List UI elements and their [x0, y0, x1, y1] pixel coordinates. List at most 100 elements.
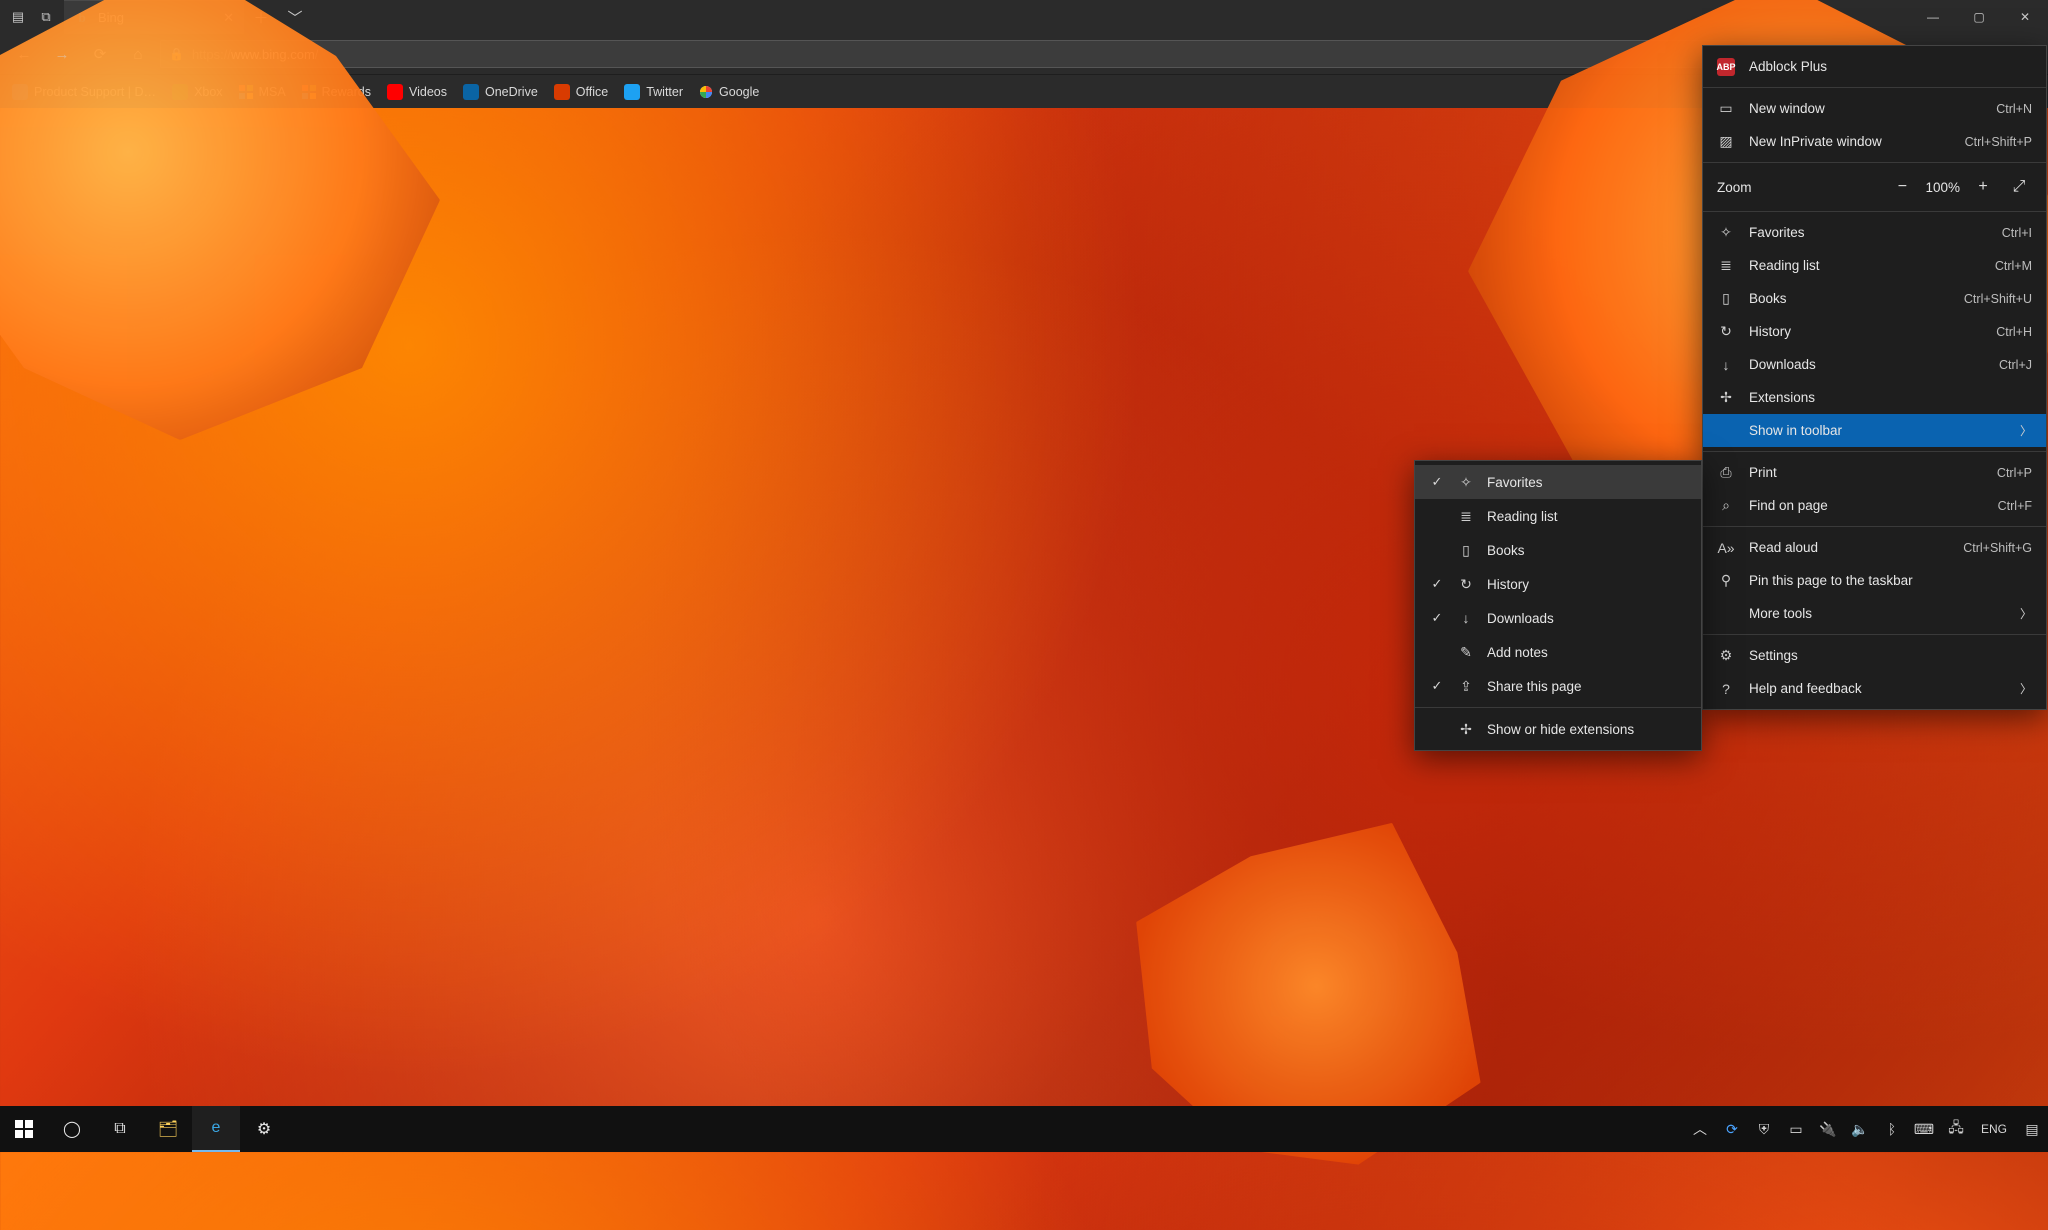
submenu-favorites[interactable]: ✓✧Favorites — [1415, 465, 1701, 499]
submenu-label: Show or hide extensions — [1487, 722, 1687, 737]
favorite-twitter[interactable]: Twitter — [624, 84, 683, 100]
taskbar: ◯ ⧉ 🗂 e ⚙ ︿ ⟳ ⛨ ▭ 🔌 🔈 ᛒ ⌨ 🖧 ENG ▤ — [0, 1106, 2048, 1152]
menu-books[interactable]: ▯BooksCtrl+Shift+U — [1703, 282, 2046, 315]
cortana-button[interactable]: ◯ — [48, 1106, 96, 1152]
menu-find-on-page[interactable]: ⌕Find on pageCtrl+F — [1703, 489, 2046, 522]
url-box[interactable]: 🔒 https://www.bing.com/ ▭ ☆ — [160, 40, 1850, 68]
menu-new-inprivate[interactable]: ▨ New InPrivate window Ctrl+Shift+P — [1703, 125, 2046, 158]
fullscreen-button[interactable]: ⤢ — [2006, 178, 2032, 196]
book-icon: ▯ — [1457, 542, 1475, 559]
extension-icon: ✢ — [1717, 389, 1735, 406]
submenu-reading-list[interactable]: ≣Reading list — [1415, 499, 1701, 533]
submenu-books[interactable]: ▯ Books — [1415, 533, 1701, 567]
list-icon: ≣ — [1457, 508, 1475, 525]
favorite-google[interactable]: Google — [699, 85, 759, 99]
settings-menu: ABP Adblock Plus ▭ New window Ctrl+N ▨ N… — [1702, 45, 2047, 710]
tray-bluetooth-icon[interactable]: ᛒ — [1876, 1106, 1908, 1152]
menu-zoom: Zoom − 100% + ⤢ — [1703, 167, 2046, 207]
minimize-button[interactable]: — — [1910, 0, 1956, 34]
system-tray: ︿ ⟳ ⛨ ▭ 🔌 🔈 ᛒ ⌨ 🖧 ENG ▤ — [1684, 1106, 2048, 1152]
file-explorer-button[interactable]: 🗂 — [144, 1106, 192, 1152]
set-aside-tabs-icon[interactable]: ▤ — [6, 5, 30, 29]
zoom-in-button[interactable]: + — [1970, 178, 1996, 196]
favorite-onedrive[interactable]: OneDrive — [463, 84, 538, 100]
tray-power-icon[interactable]: 🔌 — [1812, 1106, 1844, 1152]
check-icon: ✓ — [1429, 610, 1445, 626]
check-icon: ✓ — [1429, 678, 1445, 694]
close-window-button[interactable]: ✕ — [2002, 0, 2048, 34]
submenu-downloads[interactable]: ✓ ↓ Downloads — [1415, 601, 1701, 635]
search-icon: ⌕ — [1717, 497, 1735, 514]
submenu-add-notes[interactable]: ✎Add notes — [1415, 635, 1701, 669]
submenu-label: Books — [1487, 543, 1687, 558]
tray-sync-icon[interactable]: ⟳ — [1716, 1106, 1748, 1152]
show-in-toolbar-submenu: ✓✧Favorites≣Reading list▯Books✓↻History✓… — [1414, 460, 1702, 751]
down-icon: ↓ — [1457, 610, 1475, 626]
menu-print[interactable]: ⎙PrintCtrl+P — [1703, 456, 2046, 489]
submenu-show-or-hide-extensions[interactable]: ✢ Show or hide extensions — [1415, 712, 1701, 746]
tray-security-icon[interactable]: ⛨ — [1748, 1106, 1780, 1152]
submenu-label: Share this page — [1487, 679, 1687, 694]
menu-new-window[interactable]: ▭ New window Ctrl+N — [1703, 92, 2046, 125]
menu-favorites[interactable]: ✧FavoritesCtrl+I — [1703, 216, 2046, 249]
book-icon: ▯ — [1717, 290, 1735, 307]
inprivate-icon: ▨ — [1717, 133, 1735, 150]
show-tabs-icon[interactable]: ⧉ — [34, 5, 58, 29]
menu-history[interactable]: ↻HistoryCtrl+H — [1703, 315, 2046, 348]
favorite-label: Office — [576, 85, 608, 99]
tray-language[interactable]: ENG — [1972, 1106, 2016, 1152]
menu-read-aloud[interactable]: A»Read aloudCtrl+Shift+G — [1703, 531, 2046, 564]
zoom-value: 100% — [1925, 180, 1960, 195]
abp-icon: ABP — [1717, 58, 1735, 76]
menu-adblock-plus[interactable]: ABP Adblock Plus — [1703, 50, 2046, 83]
download-icon: ↓ — [1717, 357, 1735, 373]
tray-keyboard-icon[interactable]: ⌨ — [1908, 1106, 1940, 1152]
action-center-icon[interactable]: ▤ — [2016, 1106, 2048, 1152]
task-view-button[interactable]: ⧉ — [96, 1106, 144, 1152]
edge-button[interactable]: e — [192, 1106, 240, 1152]
favorite-office[interactable]: Office — [554, 84, 608, 100]
submenu-label: Downloads — [1487, 611, 1687, 626]
menu-reading-list[interactable]: ≣Reading listCtrl+M — [1703, 249, 2046, 282]
star-icon: ✧ — [1457, 474, 1475, 491]
read-aloud-icon: A» — [1717, 540, 1735, 556]
submenu-label: History — [1487, 577, 1687, 592]
check-icon: ✓ — [1429, 576, 1445, 592]
tray-chevron-up-icon[interactable]: ︿ — [1684, 1106, 1716, 1152]
tray-volume-icon[interactable]: 🔈 — [1844, 1106, 1876, 1152]
zoom-label: Zoom — [1717, 180, 1879, 195]
start-button[interactable] — [0, 1106, 48, 1152]
submenu-label: Favorites — [1487, 475, 1687, 490]
clock-icon: ↻ — [1457, 576, 1475, 593]
forward-button[interactable]: → — [46, 38, 78, 70]
wallpaper-leaf — [1068, 743, 1565, 1230]
chevron-right-icon: 〉 — [2020, 605, 2032, 622]
star-icon: ✧ — [1717, 224, 1735, 241]
menu-help[interactable]: ?Help and feedback〉 — [1703, 672, 2046, 705]
submenu-share-this-page[interactable]: ✓ ⇪ Share this page — [1415, 669, 1701, 703]
menu-downloads[interactable]: ↓DownloadsCtrl+J — [1703, 348, 2046, 381]
clock-icon: ↻ — [1717, 323, 1735, 340]
help-icon: ? — [1717, 681, 1735, 697]
favorite-videos[interactable]: Videos — [387, 84, 447, 100]
pen-icon: ✎ — [1457, 644, 1475, 661]
gear-icon: ⚙ — [1717, 647, 1735, 664]
submenu-history[interactable]: ✓ ↻ History — [1415, 567, 1701, 601]
share-icon: ⇪ — [1457, 678, 1475, 695]
maximize-button[interactable]: ▢ — [1956, 0, 2002, 34]
tray-display-icon[interactable]: ▭ — [1780, 1106, 1812, 1152]
tray-network-icon[interactable]: 🖧 — [1940, 1106, 1972, 1152]
window-icon: ▭ — [1717, 100, 1735, 117]
favorite-label: Videos — [409, 85, 447, 99]
list-icon: ≣ — [1717, 257, 1735, 274]
ext-icon: ✢ — [1457, 721, 1475, 738]
favorite-label: Google — [719, 85, 759, 99]
menu-pin-to-taskbar[interactable]: ⚲Pin this page to the taskbar — [1703, 564, 2046, 597]
zoom-out-button[interactable]: − — [1889, 178, 1915, 196]
menu-more-tools[interactable]: More tools〉 — [1703, 597, 2046, 630]
settings-button[interactable]: ⚙ — [240, 1106, 288, 1152]
pin-icon: ⚲ — [1717, 572, 1735, 589]
menu-settings[interactable]: ⚙Settings — [1703, 639, 2046, 672]
menu-show-in-toolbar[interactable]: Show in toolbar〉 — [1703, 414, 2046, 447]
menu-extensions[interactable]: ✢Extensions — [1703, 381, 2046, 414]
